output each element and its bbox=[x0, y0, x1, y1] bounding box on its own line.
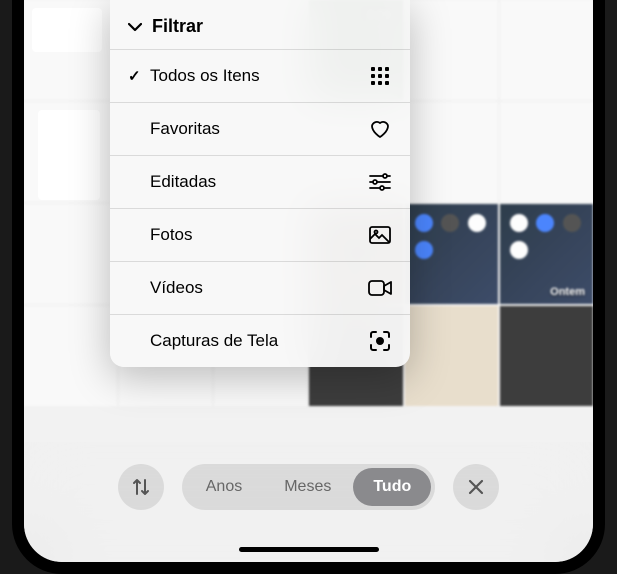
chevron-down-icon bbox=[128, 19, 142, 35]
sliders-icon bbox=[368, 170, 392, 194]
close-icon bbox=[468, 479, 484, 495]
sort-icon bbox=[131, 477, 151, 497]
video-icon bbox=[368, 276, 392, 300]
segment-all[interactable]: Tudo bbox=[353, 468, 431, 506]
filter-item-videos[interactable]: Vídeos bbox=[110, 261, 410, 314]
segment-years[interactable]: Anos bbox=[186, 468, 262, 506]
grid-icon bbox=[368, 64, 392, 88]
filter-item-favorites[interactable]: Favoritas bbox=[110, 102, 410, 155]
filter-item-label: Editadas bbox=[150, 172, 368, 192]
close-button[interactable] bbox=[453, 464, 499, 510]
filter-item-label: Todos os Itens bbox=[150, 66, 368, 86]
sort-button[interactable] bbox=[118, 464, 164, 510]
photo-icon bbox=[368, 223, 392, 247]
filter-menu: Filtrar ✓ Todos os Itens Favoritas Edita… bbox=[110, 0, 410, 367]
heart-icon bbox=[368, 117, 392, 141]
filter-item-label: Fotos bbox=[150, 225, 368, 245]
viewfinder-icon bbox=[368, 329, 392, 353]
home-indicator[interactable] bbox=[239, 547, 379, 552]
filter-item-all[interactable]: ✓ Todos os Itens bbox=[110, 49, 410, 102]
bottom-toolbar: Anos Meses Tudo bbox=[24, 442, 593, 562]
segment-months[interactable]: Meses bbox=[264, 468, 351, 506]
filter-item-photos[interactable]: Fotos bbox=[110, 208, 410, 261]
filter-item-label: Capturas de Tela bbox=[150, 331, 368, 351]
filter-menu-header[interactable]: Filtrar bbox=[110, 0, 410, 49]
device-frame: 0:09 Ontem bbox=[12, 0, 605, 574]
checkmark-icon: ✓ bbox=[128, 67, 150, 85]
filter-item-screenshots[interactable]: Capturas de Tela bbox=[110, 314, 410, 367]
filter-item-label: Favoritas bbox=[150, 119, 368, 139]
filter-title: Filtrar bbox=[152, 16, 203, 37]
filter-item-edited[interactable]: Editadas bbox=[110, 155, 410, 208]
time-segment: Anos Meses Tudo bbox=[182, 464, 436, 510]
filter-item-label: Vídeos bbox=[150, 278, 368, 298]
